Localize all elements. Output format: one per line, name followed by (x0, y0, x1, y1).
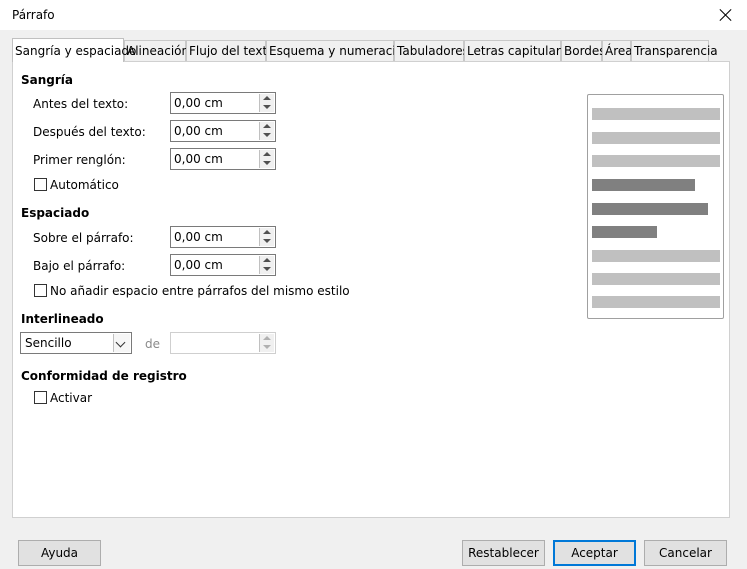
preview-line (592, 273, 720, 285)
tab-bordes[interactable]: Bordes (561, 40, 606, 61)
section-sangria: Sangría (21, 73, 74, 87)
preview-line (592, 296, 720, 308)
spin-down-icon[interactable] (260, 237, 274, 246)
before-text-value: 0,00 cm (174, 96, 223, 110)
window-title: Párrafo (12, 8, 55, 22)
help-button[interactable]: Ayuda (18, 540, 101, 566)
first-line-value: 0,00 cm (174, 152, 223, 166)
above-paragraph-value: 0,00 cm (174, 230, 223, 244)
tab-esquema-numeracion[interactable]: Esquema y numeración (266, 40, 411, 61)
spin-down-icon[interactable] (260, 159, 274, 168)
section-conformidad: Conformidad de registro (21, 369, 187, 383)
label-first-line: Primer renglón: (33, 153, 126, 167)
tab-sangria-espaciado[interactable]: Sangría y espaciado (12, 38, 136, 62)
section-interlineado: Interlineado (21, 312, 104, 326)
spin-down-icon[interactable] (260, 265, 274, 274)
before-text-spinner[interactable]: 0,00 cm (170, 92, 276, 114)
label-after-text: Después del texto: (33, 125, 146, 139)
de-label: de (145, 337, 160, 351)
line-spacing-select[interactable]: Sencillo (20, 332, 132, 354)
section-espaciado: Espaciado (21, 206, 90, 220)
after-text-value: 0,00 cm (174, 124, 223, 138)
below-paragraph-spinner[interactable]: 0,00 cm (170, 254, 276, 276)
automatic-checkbox[interactable] (34, 178, 47, 191)
after-text-spinner[interactable]: 0,00 cm (170, 120, 276, 142)
preview-line (592, 108, 720, 120)
tab-flujo-texto[interactable]: Flujo del texto (186, 40, 275, 61)
preview-line (592, 155, 720, 167)
preview-line-current (592, 179, 695, 191)
title-bar: Párrafo (0, 0, 747, 30)
cancel-button[interactable]: Cancelar (644, 540, 727, 566)
preview-line-current (592, 226, 657, 238)
label-below-paragraph: Bajo el párrafo: (33, 259, 126, 273)
spin-down-icon[interactable] (260, 103, 274, 112)
no-space-checkbox[interactable] (34, 284, 47, 297)
reset-button[interactable]: Restablecer (462, 540, 545, 566)
label-before-text: Antes del texto: (33, 97, 129, 111)
automatic-label: Automático (50, 178, 119, 192)
tab-panel: Sangría Antes del texto: 0,00 cm Después… (12, 61, 730, 518)
tab-letras-capitulares[interactable]: Letras capitulares (464, 40, 574, 61)
preview-line (592, 132, 720, 144)
preview-line-current (592, 203, 708, 215)
below-paragraph-value: 0,00 cm (174, 258, 223, 272)
spin-down-icon (260, 343, 274, 352)
first-line-spinner[interactable]: 0,00 cm (170, 148, 276, 170)
tab-tabuladores[interactable]: Tabuladores (394, 40, 469, 61)
ok-button[interactable]: Aceptar (553, 540, 636, 566)
line-spacing-amount-spinner[interactable] (170, 332, 276, 354)
tab-area[interactable]: Área (602, 40, 633, 61)
above-paragraph-spinner[interactable]: 0,00 cm (170, 226, 276, 248)
spin-down-icon[interactable] (260, 131, 274, 140)
paragraph-preview (587, 94, 724, 319)
chevron-down-icon[interactable] (113, 334, 130, 352)
preview-line (592, 250, 720, 262)
tab-transparencia[interactable]: Transparencia (631, 40, 718, 61)
label-above-paragraph: Sobre el párrafo: (33, 231, 134, 245)
activate-label: Activar (50, 391, 93, 405)
line-spacing-value: Sencillo (25, 336, 72, 350)
no-space-label: No añadir espacio entre párrafos del mis… (50, 284, 350, 298)
activate-checkbox[interactable] (34, 391, 47, 404)
close-icon[interactable] (716, 6, 736, 24)
